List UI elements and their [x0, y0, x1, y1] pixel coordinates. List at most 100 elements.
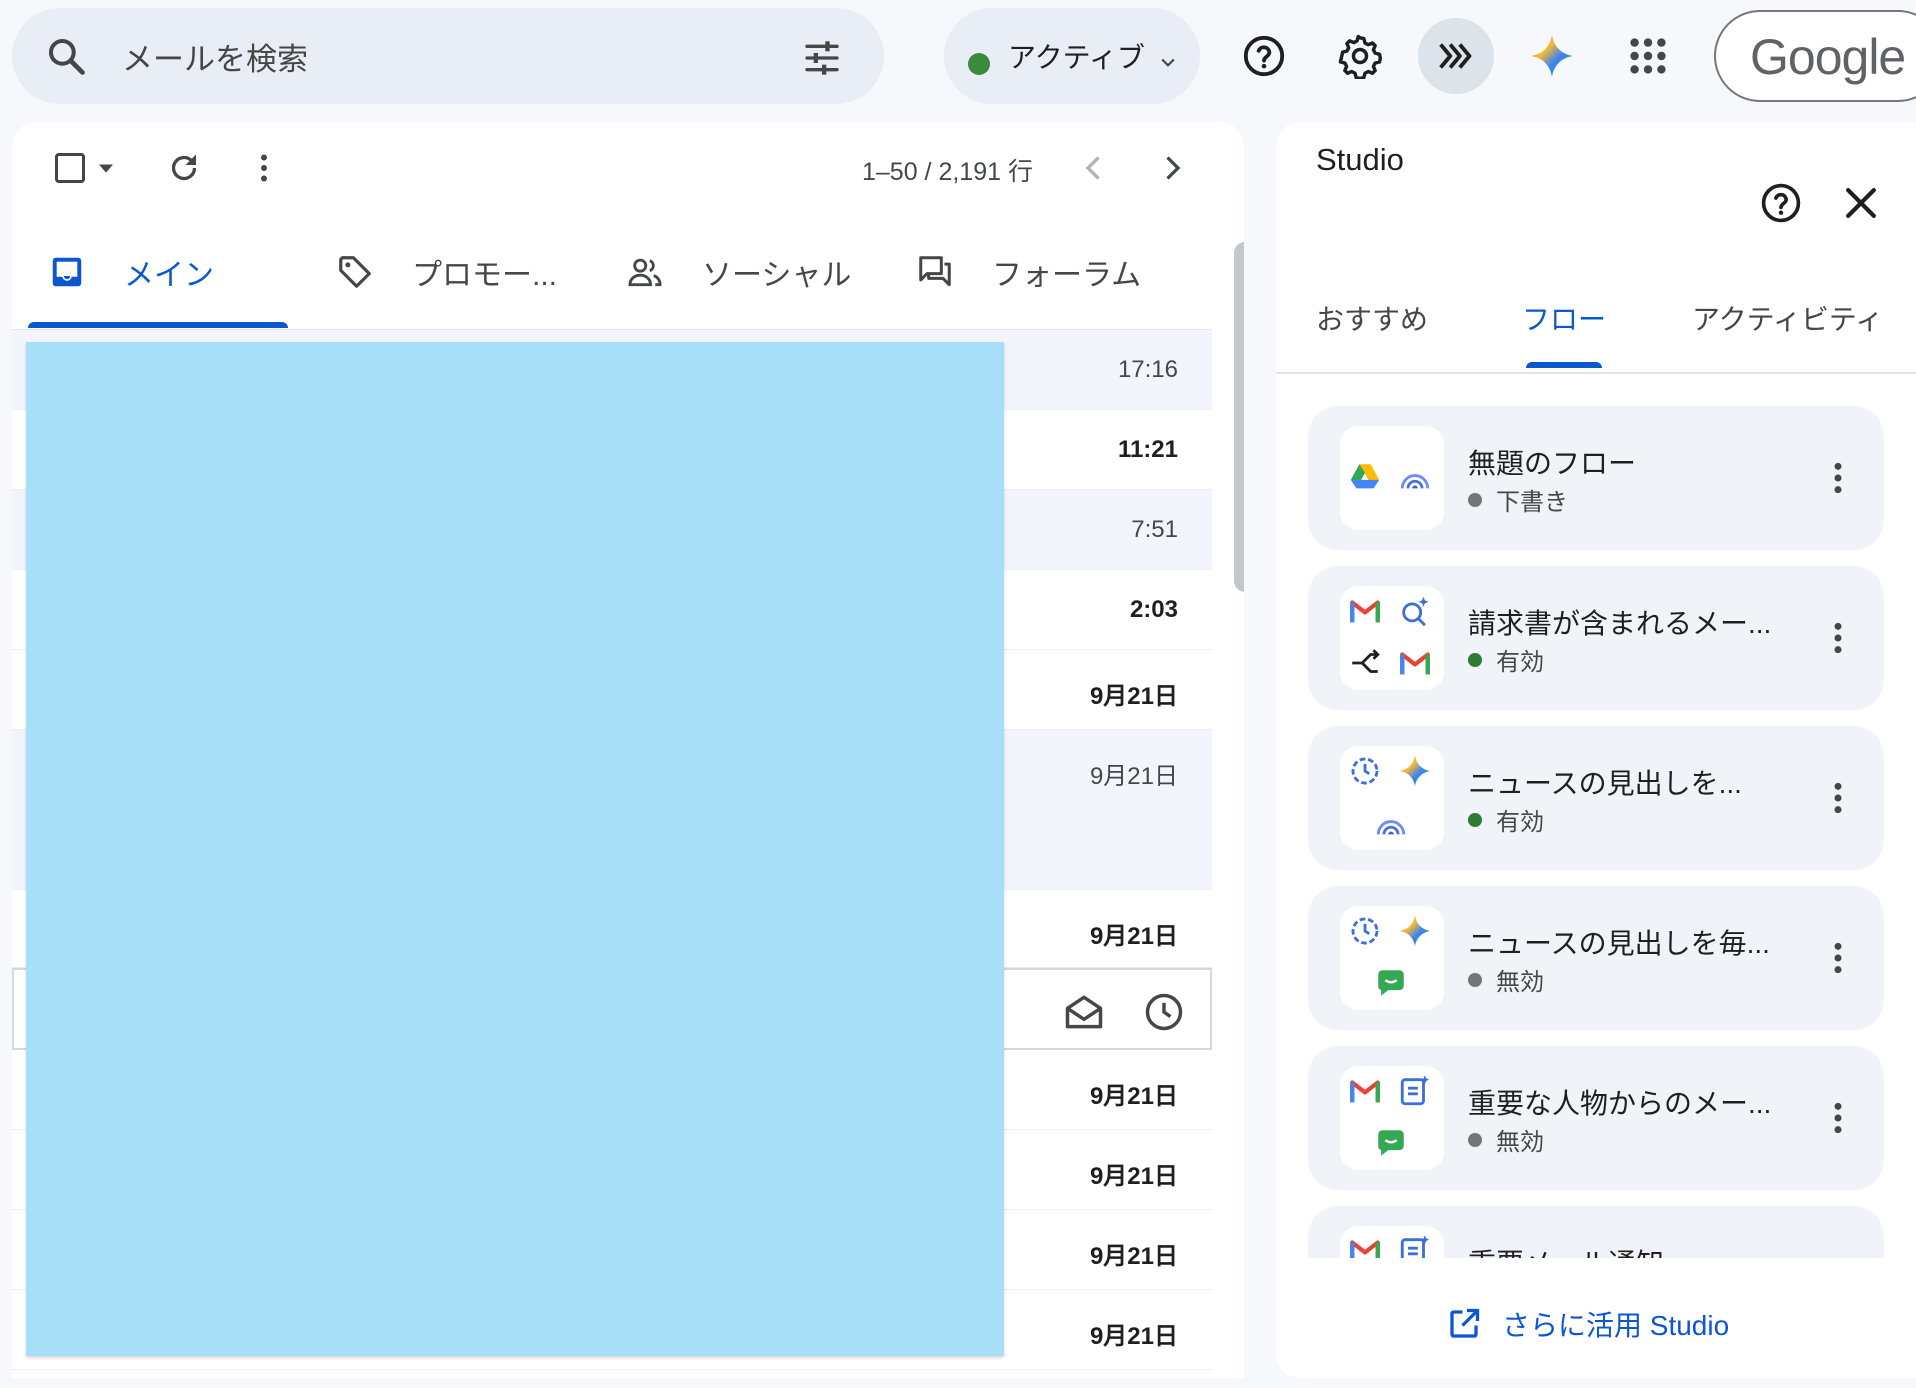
gemini-button[interactable]	[1514, 18, 1590, 94]
studio-button[interactable]	[1418, 18, 1494, 94]
mark-read-icon[interactable]	[1062, 990, 1106, 1034]
rainbow-icon	[1376, 820, 1406, 835]
mail-toolbar: 1–50 / 2,191 行	[12, 122, 1212, 214]
flow-card[interactable]: 請求書が含まれるメー... 有効	[1308, 566, 1884, 710]
gemini-icon	[1530, 34, 1574, 78]
flow-icons	[1340, 586, 1444, 690]
tab-flows[interactable]: フロー	[1522, 298, 1606, 338]
search-input[interactable]: メールを検索	[122, 34, 308, 79]
studio-close-button[interactable]	[1836, 178, 1886, 228]
studio-title: Studio	[1316, 142, 1404, 177]
help-icon	[1761, 183, 1801, 223]
kebab-icon[interactable]	[1818, 458, 1858, 498]
checkbox-icon	[55, 153, 85, 183]
chevron-left-icon	[1085, 156, 1100, 180]
flow-name: ニュースの見出しを毎...	[1468, 928, 1770, 959]
select-all-checkbox[interactable]	[48, 146, 92, 190]
flow-name: 重要メール通知	[1468, 1242, 1664, 1258]
status-dot	[1468, 812, 1482, 827]
chevron-right-icon	[1166, 156, 1181, 180]
studio-panel: Studio おすすめ フロー アクティビティ 無題のフロー 下書き 請求書が含…	[1276, 122, 1916, 1378]
status-dot	[1468, 652, 1482, 667]
chevron-down-icon	[1161, 58, 1175, 67]
gmail-icon	[1350, 1080, 1380, 1103]
ai-list-icon	[1400, 1235, 1430, 1258]
ai-search-icon	[1402, 596, 1429, 627]
tab-label: ソーシャル	[702, 259, 852, 292]
tab-main[interactable]: メイン	[48, 214, 214, 330]
kebab-icon[interactable]	[1818, 618, 1858, 658]
kebab-icon[interactable]	[1818, 1098, 1858, 1138]
next-page-button[interactable]	[1150, 146, 1194, 190]
more-studio-link[interactable]: さらに活用 Studio	[1446, 1304, 1729, 1344]
refresh-button[interactable]	[162, 146, 206, 190]
tab-social[interactable]: ソーシャル	[626, 214, 851, 330]
mail-time: 11:21	[1117, 436, 1178, 463]
gmail-icon	[1400, 652, 1430, 675]
flow-card[interactable]: ニュースの見出しを... 有効	[1308, 726, 1884, 870]
kebab-icon[interactable]	[1818, 938, 1858, 978]
select-menu-button[interactable]	[92, 146, 120, 190]
flow-status: 無効	[1468, 1122, 1544, 1157]
flow-card[interactable]: 重要な人物からのメー... 無効	[1308, 1046, 1884, 1190]
people-icon	[628, 258, 662, 287]
tune-icon[interactable]	[802, 38, 842, 78]
tab-label: プロモー...	[412, 259, 558, 292]
search-icon[interactable]	[44, 34, 88, 78]
flow-card[interactable]: ニュースの見出しを毎... 無効	[1308, 886, 1884, 1030]
redaction-overlay	[26, 342, 1004, 1356]
chat-icon	[1378, 1130, 1404, 1156]
flow-status-label: 有効	[1496, 649, 1544, 676]
mail-time: 9月21日	[1089, 763, 1178, 790]
mail-scrollbar[interactable]	[1234, 242, 1244, 592]
studio-help-button[interactable]	[1756, 178, 1806, 228]
flow-status: 有効	[1468, 642, 1544, 677]
gear-icon	[1338, 34, 1383, 79]
flow-name: ニュースの見出しを...	[1468, 768, 1742, 799]
tab-promotions[interactable]: プロモー...	[336, 214, 557, 330]
mail-time: 2:03	[1129, 596, 1178, 623]
gmail-icon	[1350, 600, 1380, 623]
more-options-button[interactable]	[242, 146, 286, 190]
flow-status-label: 有効	[1496, 809, 1544, 836]
apps-button[interactable]	[1610, 18, 1686, 94]
status-selector[interactable]: アクティブ	[944, 8, 1200, 104]
snooze-icon[interactable]	[1142, 990, 1186, 1034]
kebab-icon[interactable]	[1818, 778, 1858, 818]
mail-time: 7:51	[1131, 516, 1178, 543]
flow-icons	[1340, 1066, 1444, 1170]
tab-recommended[interactable]: おすすめ	[1316, 298, 1428, 338]
account-button[interactable]: Google	[1714, 10, 1916, 102]
forum-icon	[919, 256, 951, 287]
gmail-icon	[1350, 1240, 1380, 1258]
help-button[interactable]	[1226, 18, 1302, 94]
kebab-icon	[261, 154, 267, 182]
tab-activity[interactable]: アクティビティ	[1692, 298, 1883, 338]
flow-name: 請求書が含まれるメー...	[1468, 608, 1772, 639]
help-icon	[1243, 35, 1285, 77]
settings-button[interactable]	[1322, 18, 1398, 94]
flow-card[interactable]: 無題のフロー 下書き	[1308, 406, 1884, 550]
status-dot	[1468, 492, 1482, 507]
prev-page-button[interactable]	[1072, 146, 1116, 190]
mail-time: 9月21日	[1089, 683, 1178, 710]
status-dot	[968, 53, 990, 75]
schedule-icon	[1351, 757, 1379, 785]
refresh-icon	[171, 154, 197, 181]
status-dot	[1468, 1132, 1482, 1147]
ai-list-icon	[1400, 1075, 1430, 1106]
drive-icon	[1350, 464, 1380, 489]
flow-status: 有効	[1468, 802, 1544, 837]
flow-icons	[1340, 906, 1444, 1010]
active-tab-indicator	[1526, 362, 1602, 368]
rainbow-icon	[1400, 474, 1430, 489]
flow-card[interactable]: 重要メール通知	[1308, 1206, 1884, 1258]
tab-forums[interactable]: フォーラム	[916, 214, 1141, 330]
status-dot	[1468, 972, 1482, 987]
gemini-icon	[1399, 755, 1431, 787]
mail-time: 9月21日	[1089, 1163, 1178, 1190]
search-bar[interactable]: メールを検索	[12, 8, 884, 104]
pagination-text: 1–50 / 2,191 行	[862, 158, 1033, 186]
tag-icon	[339, 256, 371, 288]
inbox-icon	[52, 257, 82, 287]
